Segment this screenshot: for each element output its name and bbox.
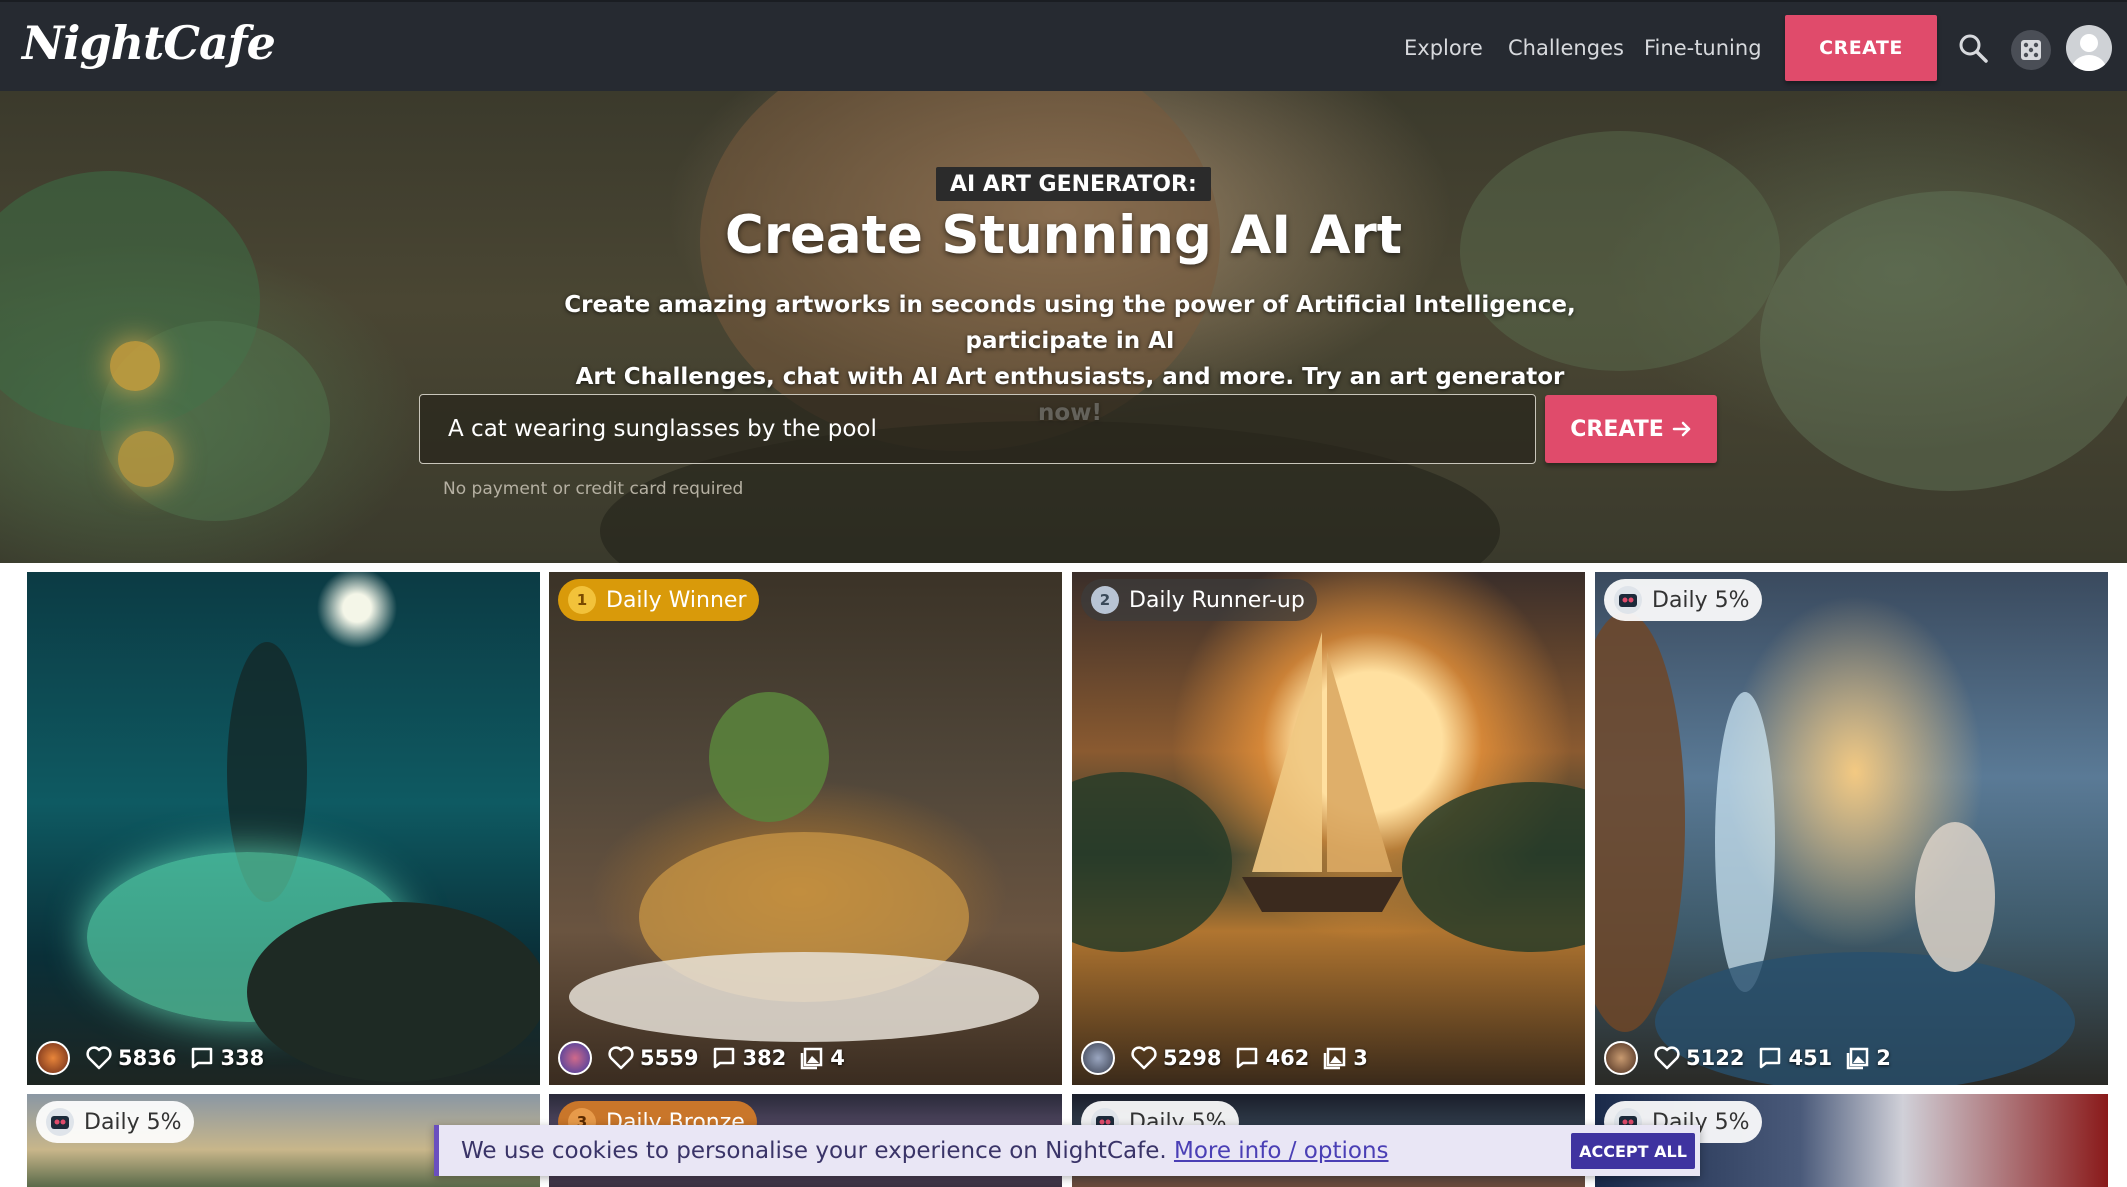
card-stats: 5559 382 4 — [558, 1041, 851, 1075]
arrow-right-icon — [1672, 421, 1690, 437]
images-count: 2 — [1876, 1046, 1891, 1070]
comments-count: 382 — [742, 1046, 787, 1070]
card-badge-label: Daily Winner — [606, 587, 747, 613]
comments-stat[interactable]: 451 — [1758, 1046, 1832, 1070]
artwork-door — [1595, 612, 1685, 1032]
hero-badge: AI ART GENERATOR: — [936, 167, 1211, 201]
heart-icon — [86, 1046, 112, 1070]
comments-stat[interactable]: 382 — [712, 1046, 786, 1070]
artwork-card[interactable]: 1 Daily Winner 5559 382 4 — [549, 572, 1062, 1085]
robot-icon — [1614, 586, 1642, 614]
artwork-cliff-left — [1072, 772, 1232, 952]
card-badge-label: Daily 5% — [84, 1109, 182, 1135]
prompt-input[interactable] — [419, 394, 1536, 464]
artwork-waterfall — [1715, 692, 1775, 992]
artwork-plant — [709, 692, 829, 822]
accept-all-button[interactable]: ACCEPT ALL — [1571, 1133, 1695, 1169]
user-avatar-icon[interactable] — [2066, 25, 2112, 71]
card-stats: 5122 451 2 — [1604, 1041, 1897, 1075]
images-count: 3 — [1353, 1046, 1368, 1070]
images-icon — [1324, 1047, 1346, 1070]
images-stat[interactable]: 2 — [1846, 1046, 1891, 1070]
hero-light-orb-2 — [118, 431, 174, 487]
images-count: 4 — [830, 1046, 845, 1070]
likes-stat[interactable]: 5836 — [86, 1046, 176, 1070]
card-badge: 2 Daily Runner-up — [1081, 579, 1317, 621]
robot-icon — [46, 1108, 74, 1136]
images-stat[interactable]: 4 — [800, 1046, 845, 1070]
comment-icon — [1760, 1047, 1781, 1069]
creator-avatar[interactable] — [558, 1041, 592, 1075]
hero-light-orb — [110, 341, 160, 391]
comments-count: 338 — [220, 1046, 265, 1070]
nightcafe-logo[interactable]: NightCafe — [22, 16, 276, 70]
comments-count: 451 — [1788, 1046, 1833, 1070]
card-badge: 1 Daily Winner — [558, 579, 759, 621]
hero-create-label: CREATE — [1570, 416, 1664, 442]
card-badge-label: Daily Runner-up — [1129, 587, 1305, 613]
artwork-card[interactable]: 2 Daily Runner-up 5298 462 3 — [1072, 572, 1585, 1085]
artwork-rock — [247, 902, 540, 1082]
heart-icon — [608, 1046, 634, 1070]
likes-count: 5122 — [1686, 1046, 1745, 1070]
card-stats: 5836 338 — [36, 1041, 270, 1075]
card-badge: Daily 5% — [1604, 579, 1762, 621]
comment-icon — [192, 1047, 213, 1069]
likes-stat[interactable]: 5559 — [608, 1046, 698, 1070]
hero-section: AI ART GENERATOR: Create Stunning AI Art… — [0, 91, 2127, 563]
dice-icon[interactable] — [2011, 30, 2051, 74]
likes-count: 5559 — [640, 1046, 699, 1070]
comments-stat[interactable]: 462 — [1235, 1046, 1309, 1070]
comment-icon — [1237, 1047, 1258, 1069]
hero-subtitle-line-1: Create amazing artworks in seconds using… — [564, 292, 1576, 354]
comment-icon — [714, 1047, 735, 1069]
hero-create-button[interactable]: CREATE — [1545, 395, 1717, 463]
nav-fine-tuning-link[interactable]: Fine-tuning — [1644, 36, 1762, 60]
heart-icon — [1131, 1046, 1157, 1070]
cookie-more-info-link[interactable]: More info / options — [1174, 1138, 1389, 1164]
likes-count: 5836 — [118, 1046, 177, 1070]
artwork-sailboat — [1242, 632, 1402, 912]
heart-icon — [1654, 1046, 1680, 1070]
comments-stat[interactable]: 338 — [190, 1046, 264, 1070]
medal-icon: 1 — [568, 586, 596, 614]
likes-stat[interactable]: 5298 — [1131, 1046, 1221, 1070]
nav-create-button[interactable]: CREATE — [1785, 15, 1937, 81]
artwork-girl — [1915, 822, 1995, 972]
hero-note: No payment or credit card required — [443, 479, 744, 499]
card-badge: Daily 5% — [36, 1101, 194, 1143]
hero-title: Create Stunning AI Art — [724, 205, 1403, 266]
nav-explore-link[interactable]: Explore — [1404, 36, 1483, 60]
likes-count: 5298 — [1163, 1046, 1222, 1070]
nav-challenges-link[interactable]: Challenges — [1508, 36, 1624, 60]
artwork-card[interactable]: 5836 338 — [27, 572, 540, 1085]
cookie-text-wrap: We use cookies to personalise your exper… — [461, 1138, 1389, 1164]
card-badge-label: Daily 5% — [1652, 587, 1750, 613]
artwork-card[interactable]: Daily 5% 5122 451 2 — [1595, 572, 2108, 1085]
comments-count: 462 — [1265, 1046, 1310, 1070]
creator-avatar[interactable] — [1604, 1041, 1638, 1075]
images-icon — [1847, 1047, 1869, 1070]
likes-stat[interactable]: 5122 — [1654, 1046, 1744, 1070]
card-stats: 5298 462 3 — [1081, 1041, 1374, 1075]
creator-avatar[interactable] — [1081, 1041, 1115, 1075]
creator-avatar[interactable] — [36, 1041, 70, 1075]
top-navbar: NightCafe Explore Challenges Fine-tuning… — [0, 0, 2127, 91]
cookie-message: We use cookies to personalise your exper… — [461, 1138, 1167, 1164]
search-icon[interactable] — [1958, 33, 1988, 67]
cookie-banner: We use cookies to personalise your exper… — [434, 1125, 1700, 1176]
artwork-cliff-right — [1402, 782, 1585, 952]
medal-icon: 2 — [1091, 586, 1119, 614]
images-icon — [801, 1047, 823, 1070]
images-stat[interactable]: 3 — [1323, 1046, 1368, 1070]
artwork-saucer — [569, 952, 1039, 1042]
